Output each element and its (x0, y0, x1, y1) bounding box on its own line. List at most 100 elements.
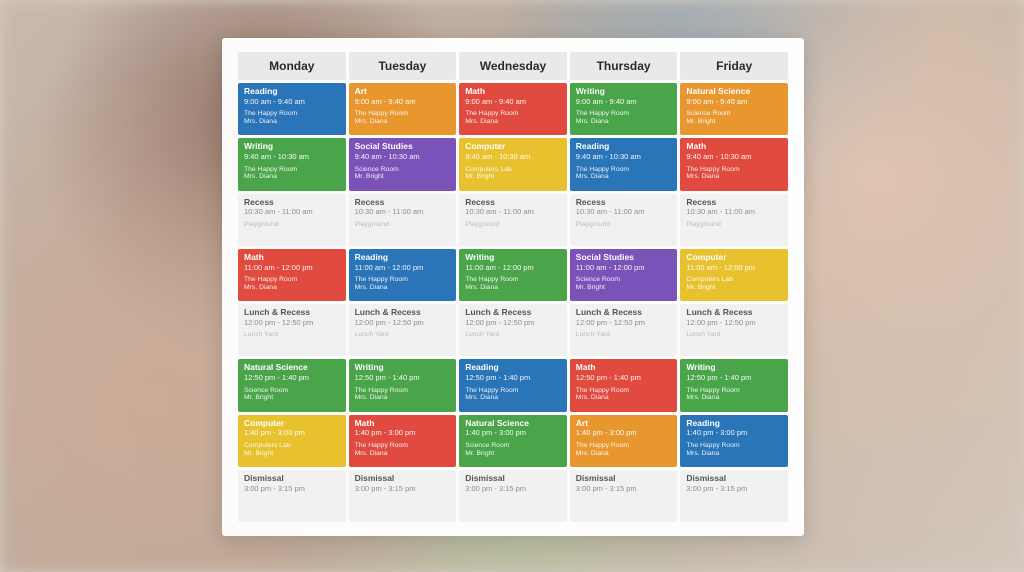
cell-time: 3:00 pm - 3:15 pm (465, 485, 561, 494)
cell-subject: Writing (355, 363, 451, 373)
cell-room: Lunch Yard (355, 331, 451, 339)
cell-time: 3:00 pm - 3:15 pm (355, 485, 451, 494)
cell-time: 11:00 am - 12:00 pm (355, 264, 451, 273)
cell-subject: Reading (576, 142, 672, 152)
cell-time: 9:00 am - 9:40 am (576, 98, 672, 107)
cell-time: 1:40 pm - 3:00 pm (244, 429, 340, 438)
cell-teacher: Mr. Bright (355, 173, 451, 181)
cell-time: 10:30 am - 11:00 am (244, 208, 340, 217)
cell-room: The Happy Room (355, 110, 451, 118)
cell-room: Lunch Yard (686, 331, 782, 339)
schedule-cell: Math11:00 am - 12:00 pmThe Happy RoomMrs… (238, 249, 346, 301)
cell-time: 12:00 pm - 12:50 pm (244, 319, 340, 328)
schedule-cell: Computer9:40 am - 10:30 amComputers LabM… (459, 138, 567, 190)
schedule-cell: Recess10:30 am - 11:00 am Playground (349, 194, 457, 246)
cell-teacher: Mrs. Diana (355, 118, 451, 126)
cell-time: 11:00 am - 12:00 pm (244, 264, 340, 273)
cell-teacher: Mrs. Diana (576, 173, 672, 181)
cell-room: Playground (465, 221, 561, 229)
cell-subject: Social Studies (576, 253, 672, 263)
cell-teacher: Mrs. Diana (686, 450, 782, 458)
cell-room: The Happy Room (465, 110, 561, 118)
cell-subject: Writing (576, 87, 672, 97)
cell-subject: Natural Science (244, 363, 340, 373)
schedule-cell: Reading1:40 pm - 3:00 pmThe Happy RoomMr… (680, 415, 788, 467)
schedule-cell: Natural Science9:00 am - 9:40 am Science … (680, 83, 788, 135)
schedule-cell: Recess10:30 am - 11:00 amPlayground (459, 194, 567, 246)
schedule-cell: Computer1:40 pm - 3:00 pm Computers LabMr… (238, 415, 346, 467)
cell-room: The Happy Room (355, 442, 451, 450)
cell-room: The Happy Room (576, 442, 672, 450)
schedule-cell: Social Studies9:40 am - 10:30 amScience … (349, 138, 457, 190)
cell-time: 12:50 pm - 1:40 pm (576, 374, 672, 383)
cell-time: 3:00 pm - 3:15 pm (244, 485, 340, 494)
cell-time: 12:50 pm - 1:40 pm (244, 374, 340, 383)
cell-subject: Reading (465, 363, 561, 373)
cell-time: 1:40 pm - 3:00 pm (686, 429, 782, 438)
cell-teacher: Mrs. Diana (244, 284, 340, 292)
cell-teacher: Mrs. Diana (465, 118, 561, 126)
cell-room: The Happy Room (576, 166, 672, 174)
cell-subject: Writing (244, 142, 340, 152)
cell-teacher: Mr. Bright (244, 450, 340, 458)
schedule-cell: Reading11:00 am - 12:00 pmThe Happy Room… (349, 249, 457, 301)
cell-subject: Art (576, 419, 672, 429)
cell-room: The Happy Room (244, 110, 340, 118)
cell-subject: Lunch & Recess (465, 308, 561, 318)
cell-subject: Math (355, 419, 451, 429)
cell-subject: Art (355, 87, 451, 97)
cell-teacher: Mr. Bright (576, 284, 672, 292)
cell-teacher: Mrs. Diana (355, 450, 451, 458)
cell-time: 9:00 am - 9:40 am (686, 98, 782, 107)
cell-time: 12:00 pm - 12:50 pm (355, 319, 451, 328)
cell-time: 3:00 pm - 3:15 pm (576, 485, 672, 494)
cell-time: 9:40 am - 10:30 am (465, 153, 561, 162)
schedule-cell: Lunch & Recess12:00 pm - 12:50 pmLunch Y… (570, 304, 678, 356)
schedule-cell: Reading9:40 am - 10:30 amThe Happy RoomM… (570, 138, 678, 190)
schedule-cell: Recess10:30 am - 11:00 amPlayground (570, 194, 678, 246)
cell-time: 12:00 pm - 12:50 pm (465, 319, 561, 328)
cell-subject: Recess (576, 198, 672, 208)
cell-time: 9:40 am - 10:30 am (244, 153, 340, 162)
cell-subject: Computer (244, 419, 340, 429)
schedule-cell: Dismissal3:00 pm - 3:15 pm (570, 470, 678, 522)
cell-subject: Dismissal (355, 474, 451, 484)
cell-time: 10:30 am - 11:00 am (355, 208, 451, 217)
cell-teacher: Mrs. Diana (465, 394, 561, 402)
day-header: Friday (680, 52, 788, 80)
schedule-cell: Lunch & Recess12:00 pm - 12:50 pmLunch Y… (238, 304, 346, 356)
cell-room: Playground (355, 221, 451, 229)
cell-subject: Reading (355, 253, 451, 263)
cell-room: The Happy Room (244, 166, 340, 174)
cell-subject: Writing (465, 253, 561, 263)
cell-subject: Natural Science (686, 87, 782, 97)
schedule-cell: Writing9:00 am - 9:40 amThe Happy RoomMr… (570, 83, 678, 135)
cell-time: 12:50 pm - 1:40 pm (686, 374, 782, 383)
schedule-cell: Social Studies11:00 am - 12:00 pmScience… (570, 249, 678, 301)
cell-room: Computers Lab (686, 276, 782, 284)
cell-teacher: Mrs. Diana (244, 118, 340, 126)
cell-room: Science Room (686, 110, 782, 118)
day-header: Thursday (570, 52, 678, 80)
schedule-cell: Recess10:30 am - 11:00 amPlayground (680, 194, 788, 246)
cell-subject: Recess (355, 198, 451, 208)
cell-time: 10:30 am - 11:00 am (576, 208, 672, 217)
cell-room: The Happy Room (355, 387, 451, 395)
schedule-cell: Natural Science1:40 pm - 3:00 pmScience … (459, 415, 567, 467)
schedule-cell: Art1:40 pm - 3:00 pmThe Happy RoomMrs. D… (570, 415, 678, 467)
schedule-cell: Dismissal3:00 pm - 3:15 pm (238, 470, 346, 522)
cell-time: 12:00 pm - 12:50 pm (686, 319, 782, 328)
cell-room: The Happy Room (686, 387, 782, 395)
cell-subject: Dismissal (465, 474, 561, 484)
cell-room: Science Room (465, 442, 561, 450)
cell-room: The Happy Room (576, 387, 672, 395)
cell-subject: Math (465, 87, 561, 97)
cell-subject: Social Studies (355, 142, 451, 152)
cell-room: Playground (244, 221, 340, 229)
cell-room: Lunch Yard (465, 331, 561, 339)
cell-teacher: Mr. Bright (686, 118, 782, 126)
schedule-cell: Math9:40 am - 10:30 amThe Happy RoomMrs.… (680, 138, 788, 190)
cell-subject: Natural Science (465, 419, 561, 429)
cell-room: Computers Lab (244, 442, 340, 450)
day-header: Monday (238, 52, 346, 80)
